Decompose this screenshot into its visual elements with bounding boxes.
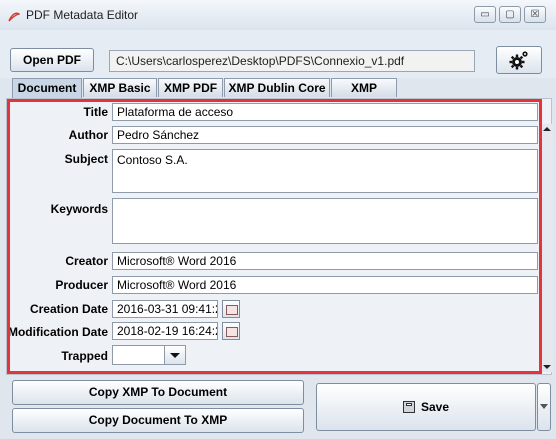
trapped-select[interactable] — [112, 345, 186, 365]
producer-field[interactable]: Microsoft® Word 2016 — [112, 276, 538, 294]
tab-xmp-pdf[interactable]: XMP PDF — [158, 78, 223, 97]
save-icon — [402, 401, 415, 413]
tab-xmp-basic[interactable]: XMP Basic — [83, 78, 157, 97]
author-field[interactable]: Pedro Sánchez — [112, 126, 538, 144]
scroll-down-icon[interactable] — [541, 362, 553, 372]
tab-xmp-dublin-core[interactable]: XMP Dublin Core — [224, 78, 330, 97]
producer-label: Producer — [55, 278, 108, 292]
tab-xmp-rights[interactable]: XMP Rights — [331, 78, 397, 113]
scroll-up-icon[interactable] — [541, 124, 553, 134]
save-options-button[interactable] — [537, 383, 551, 431]
calendar-icon[interactable] — [222, 300, 240, 318]
file-path-field[interactable]: C:\Users\carlosperez\Desktop\PDFS\Connex… — [109, 50, 475, 72]
copy-document-to-xmp-button[interactable]: Copy Document To XMP — [12, 408, 304, 433]
minimize-button[interactable]: ▭ — [474, 6, 496, 23]
tab-document[interactable]: Document — [12, 78, 82, 98]
modification-date-field[interactable]: 2018-02-19 16:24:29 — [112, 322, 218, 340]
title-bar: PDF Metadata Editor ▭ ▢ ☒ — [0, 0, 556, 31]
save-button[interactable]: Save — [316, 383, 536, 431]
trapped-label: Trapped — [61, 349, 108, 363]
keywords-field[interactable] — [112, 198, 538, 244]
panel-scrollbar[interactable] — [540, 124, 553, 372]
creation-date-field[interactable]: 2016-03-31 09:41:24 — [112, 300, 218, 318]
title-label: Title — [83, 105, 108, 119]
keywords-label: Keywords — [50, 202, 108, 216]
close-button[interactable]: ☒ — [524, 6, 546, 23]
creator-label: Creator — [65, 254, 108, 268]
maximize-button[interactable]: ▢ — [499, 6, 521, 23]
chevron-down-icon[interactable] — [164, 346, 185, 364]
modification-date-label: Modification Date — [7, 325, 108, 339]
copy-xmp-to-document-button[interactable]: Copy XMP To Document — [12, 380, 304, 405]
open-pdf-button[interactable]: Open PDF — [10, 48, 94, 72]
creation-date-label: Creation Date — [29, 302, 108, 316]
calendar-icon[interactable] — [222, 322, 240, 340]
save-label: Save — [420, 400, 450, 414]
settings-button[interactable] — [496, 46, 542, 74]
author-label: Author — [68, 128, 108, 142]
window-title: PDF Metadata Editor — [26, 8, 139, 22]
subject-field[interactable]: Contoso S.A. — [112, 149, 538, 193]
subject-label: Subject — [64, 152, 108, 166]
pdf-app-icon — [8, 12, 20, 22]
title-field[interactable]: Plataforma de acceso — [112, 103, 538, 121]
gear-icon — [509, 51, 528, 70]
chevron-down-icon — [540, 404, 548, 409]
creator-field[interactable]: Microsoft® Word 2016 — [112, 252, 538, 270]
